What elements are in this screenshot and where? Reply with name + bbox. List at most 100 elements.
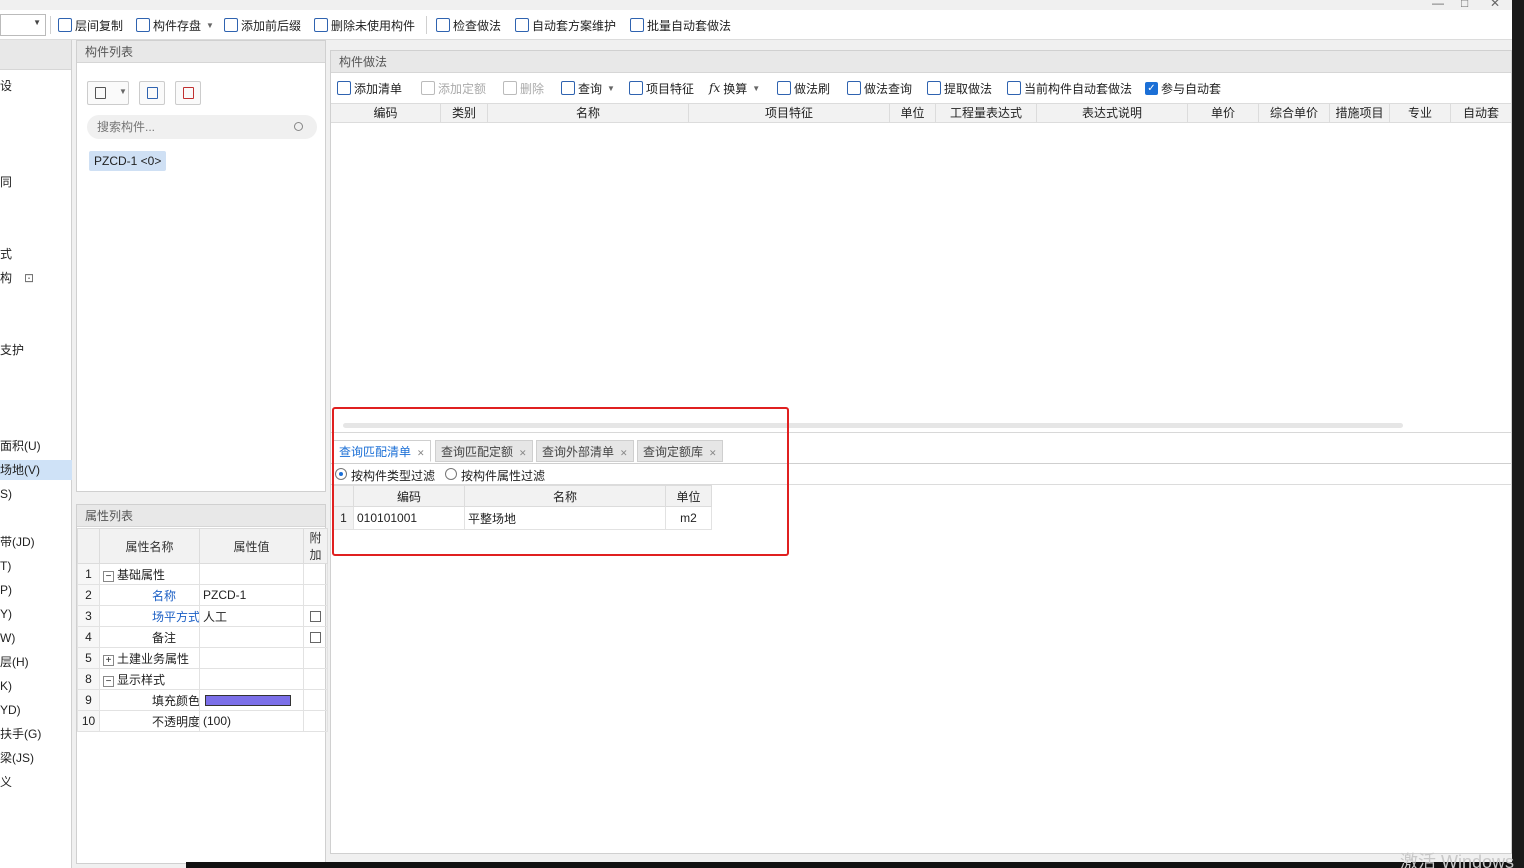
add-prefix-suffix-button[interactable]: 添加前后缀 — [224, 15, 301, 35]
property-value[interactable]: (100) — [199, 710, 304, 732]
tab-match-bill[interactable]: 查询匹配清单 ✕ — [333, 440, 431, 462]
add-quota-button[interactable]: 添加定额 — [421, 79, 486, 97]
radio-label[interactable]: 按构件属性过滤 — [461, 467, 545, 484]
filter-by-attribute-radio[interactable] — [445, 468, 457, 480]
column-header[interactable]: 名称 — [488, 104, 689, 123]
column-header[interactable]: 措施项目 — [1330, 104, 1390, 123]
table-row[interactable]: 10 不透明度 (100) — [77, 710, 328, 732]
column-header[interactable]: 类别 — [441, 104, 488, 123]
close-icon[interactable]: ✕ — [709, 448, 717, 458]
convert-button[interactable]: fx 换算 ▼ — [709, 79, 760, 97]
radio-label[interactable]: 按构件类型过滤 — [351, 467, 435, 484]
extract-method-button[interactable]: 提取做法 — [927, 79, 992, 97]
search-input[interactable] — [87, 115, 317, 139]
nav-item[interactable]: S) — [0, 484, 72, 504]
column-header[interactable]: 综合单价 — [1259, 104, 1330, 123]
nav-item[interactable]: P) — [0, 580, 72, 600]
delete-button[interactable]: 删除 — [503, 79, 544, 97]
column-header[interactable]: 工程量表达式 — [936, 104, 1037, 123]
nav-item[interactable]: 设 — [0, 76, 72, 96]
close-icon[interactable]: ✕ — [519, 448, 527, 458]
search-icon[interactable] — [294, 122, 303, 131]
table-row[interactable]: 9 填充颜色 — [77, 689, 328, 711]
bill-code[interactable]: 010101001 — [353, 506, 465, 530]
nav-item[interactable]: 面积(U) — [0, 436, 72, 456]
filter-by-type-radio[interactable] — [335, 468, 347, 480]
participate-auto-checkbox[interactable]: ✓ 参与自动套 — [1145, 79, 1221, 97]
close-icon[interactable]: ✕ — [1490, 0, 1500, 10]
nav-item[interactable]: Y) — [0, 604, 72, 624]
delete-component-button[interactable] — [175, 81, 201, 105]
nav-item[interactable]: 扶手(G) — [0, 724, 72, 744]
nav-item[interactable]: 层(H) — [0, 652, 72, 672]
tab-quota-library[interactable]: 查询定额库 ✕ — [637, 440, 723, 462]
delete-unused-button[interactable]: 删除未使用构件 — [314, 15, 415, 35]
method-brush-button[interactable]: 做法刷 — [777, 79, 830, 97]
table-row[interactable]: 5 + 土建业务属性 — [77, 647, 328, 669]
table-row[interactable]: 2 名称 PZCD-1 — [77, 584, 328, 606]
table-row[interactable]: 4 备注 — [77, 626, 328, 648]
column-header[interactable]: 自动套 — [1451, 104, 1511, 123]
batch-auto-method-button[interactable]: 批量自动套做法 — [630, 15, 731, 35]
add-bill-button[interactable]: 添加清单 — [337, 79, 402, 97]
close-icon[interactable]: ✕ — [417, 448, 425, 458]
query-button[interactable]: 查询 ▼ — [561, 79, 615, 97]
panel-title: 属性列表 — [77, 505, 325, 527]
horizontal-scrollbar[interactable] — [343, 423, 1403, 428]
collapse-icon[interactable]: − — [103, 675, 114, 687]
maximize-icon[interactable]: □ — [1461, 0, 1468, 10]
expand-icon[interactable]: + — [103, 654, 114, 666]
method-query-button[interactable]: 做法查询 — [847, 79, 912, 97]
check-method-button[interactable]: 检查做法 — [436, 15, 501, 35]
nav-item[interactable]: 梁(JS) — [0, 748, 72, 768]
fill-color-value[interactable] — [199, 689, 304, 711]
nav-item[interactable]: 支护 — [0, 340, 72, 360]
nav-item[interactable]: W) — [0, 628, 72, 648]
bill-unit[interactable]: m2 — [665, 506, 712, 530]
new-component-button[interactable]: ▼ — [87, 81, 129, 105]
panel-splitter[interactable] — [331, 432, 1511, 433]
column-header[interactable]: 编码 — [331, 104, 441, 123]
copy-component-button[interactable] — [139, 81, 165, 105]
column-header[interactable]: 表达式说明 — [1037, 104, 1188, 123]
table-row[interactable]: 1 010101001 平整场地 m2 — [333, 506, 712, 530]
copy-between-floors-button[interactable]: 层间复制 — [58, 15, 123, 35]
nav-item[interactable]: 构 ⊡ — [0, 268, 72, 288]
column-header[interactable]: 单价 — [1188, 104, 1259, 123]
floor-selector[interactable]: ▼ — [0, 14, 46, 36]
property-value[interactable] — [199, 626, 304, 648]
tab-match-quota[interactable]: 查询匹配定额 ✕ — [435, 440, 533, 462]
column-header[interactable]: 项目特征 — [689, 104, 890, 123]
attach-checkbox[interactable] — [310, 611, 321, 623]
auto-method-current-button[interactable]: 当前构件自动套做法 — [1007, 79, 1132, 97]
table-row[interactable]: 1 − 基础属性 — [77, 563, 328, 585]
bill-name[interactable]: 平整场地 — [464, 506, 666, 530]
collapse-icon[interactable]: − — [103, 570, 114, 582]
nav-item-selected[interactable]: 场地(V) — [0, 460, 72, 480]
column-header[interactable]: 单位 — [665, 485, 712, 507]
auto-scheme-maintain-button[interactable]: 自动套方案维护 — [515, 15, 616, 35]
property-value[interactable]: PZCD-1 — [199, 584, 304, 606]
item-feature-button[interactable]: 项目特征 — [629, 79, 694, 97]
column-header[interactable]: 专业 — [1390, 104, 1451, 123]
nav-item[interactable]: 同 — [0, 172, 72, 192]
nav-item[interactable]: 式 — [0, 244, 72, 264]
nav-item[interactable]: YD) — [0, 700, 72, 720]
component-item[interactable]: PZCD-1 <0> — [89, 151, 167, 171]
nav-item[interactable]: K) — [0, 676, 72, 696]
column-header[interactable]: 编码 — [353, 485, 465, 507]
column-header: 附加 — [303, 528, 328, 564]
column-header[interactable]: 名称 — [464, 485, 666, 507]
minimize-icon[interactable]: — — [1432, 0, 1444, 10]
table-row[interactable]: 3 场平方式 人工 — [77, 605, 328, 627]
tab-external-bill[interactable]: 查询外部清单 ✕ — [536, 440, 634, 462]
close-icon[interactable]: ✕ — [620, 448, 628, 458]
table-row[interactable]: 8 − 显示样式 — [77, 668, 328, 690]
save-component-button[interactable]: 构件存盘 ▼ — [136, 15, 214, 35]
nav-item[interactable]: 带(JD) — [0, 532, 72, 552]
attach-checkbox[interactable] — [310, 632, 321, 644]
property-value[interactable]: 人工 — [199, 605, 304, 627]
nav-item[interactable]: 义 — [0, 772, 72, 792]
column-header[interactable]: 单位 — [890, 104, 936, 123]
nav-item[interactable]: T) — [0, 556, 72, 576]
